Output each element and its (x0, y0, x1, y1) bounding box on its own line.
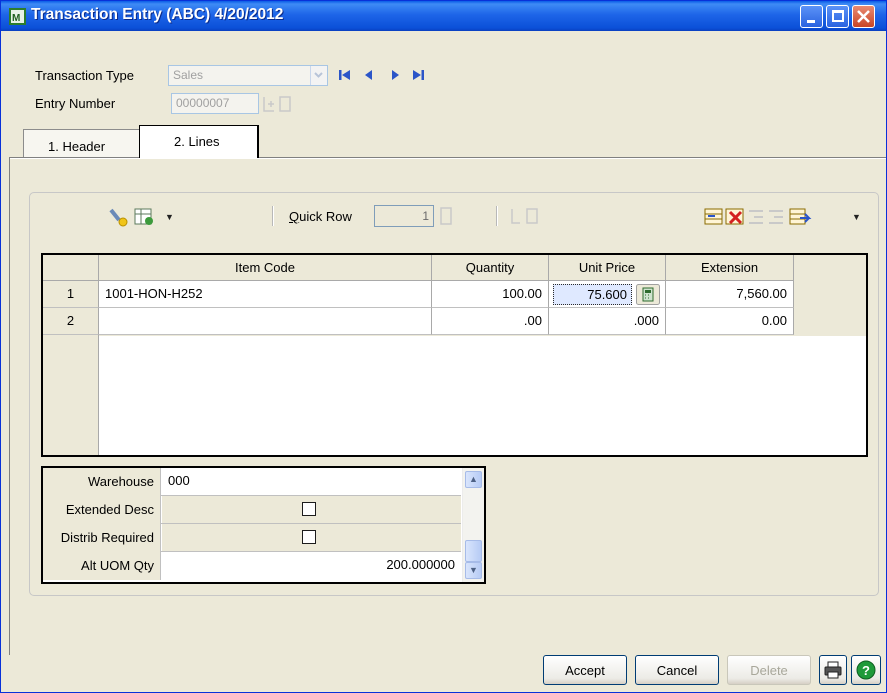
column-header-quantity[interactable]: Quantity (432, 255, 549, 281)
item-code-cell[interactable]: 1001-HON-H252 (99, 281, 432, 308)
print-button[interactable] (819, 655, 847, 685)
column-header-unit-price[interactable]: Unit Price (549, 255, 666, 281)
quick-row-lookup-icon[interactable] (439, 206, 453, 226)
accept-button[interactable]: Accept (543, 655, 627, 685)
unit-price-cell[interactable]: .000 (549, 308, 666, 335)
tab-header[interactable]: 1. Header (23, 129, 143, 159)
extended-desc-label: Extended Desc (43, 496, 161, 524)
delete-button[interactable]: Delete (727, 655, 811, 685)
quick-row-input[interactable]: 1 (374, 205, 434, 227)
tab-header-label: 1. Header (48, 139, 106, 154)
scroll-down-icon[interactable]: ▼ (465, 562, 482, 579)
property-row-extended-desc: Extended Desc (43, 496, 461, 524)
lines-grid: Item Code Quantity Unit Price Extension … (41, 253, 868, 457)
first-record-icon[interactable] (338, 68, 352, 82)
last-record-icon[interactable] (411, 68, 425, 82)
caret-down-icon-2[interactable]: ▼ (852, 212, 861, 222)
distrib-required-checkbox[interactable] (302, 530, 316, 544)
accept-button-label: Accept (565, 663, 605, 678)
column-header-item-code[interactable]: Item Code (99, 255, 432, 281)
next-record-icon[interactable] (389, 68, 401, 82)
lookup-icon[interactable] (278, 95, 292, 113)
property-row-distrib-required: Distrib Required (43, 524, 461, 552)
alt-uom-qty-field[interactable]: 200.000000 (162, 552, 461, 579)
grid-corner-header (43, 255, 99, 281)
tab-lines-label: 2. Lines (174, 134, 220, 149)
customize-grid-icon[interactable] (107, 206, 131, 228)
unit-price-value[interactable]: 75.600 (553, 284, 632, 305)
insert-line-icon[interactable] (508, 206, 542, 226)
help-button[interactable]: ? (851, 655, 881, 685)
window-title: Transaction Entry (ABC) 4/20/2012 (31, 6, 284, 23)
grid-empty-area[interactable] (99, 336, 866, 455)
distrib-required-label: Distrib Required (43, 524, 161, 552)
transaction-type-value: Sales (173, 68, 204, 82)
indent-icon[interactable] (746, 206, 766, 228)
extended-desc-checkbox[interactable] (302, 502, 316, 516)
printer-icon (824, 661, 842, 679)
properties-scrollbar[interactable]: ▲ ▼ (462, 468, 484, 582)
alt-uom-qty-label: Alt UOM Qty (43, 552, 161, 580)
row-header-filler (43, 335, 99, 455)
svg-text:?: ? (862, 663, 870, 678)
export-grid-icon[interactable] (788, 206, 812, 228)
transaction-type-dropdown[interactable]: Sales (168, 65, 328, 86)
extension-cell[interactable]: 7,560.00 (666, 281, 794, 308)
quick-row-label: Quick Row (289, 209, 352, 224)
title-bar[interactable]: M Transaction Entry (ABC) 4/20/2012 (1, 1, 886, 31)
extended-desc-value (162, 496, 461, 523)
distrib-required-value (162, 524, 461, 551)
entry-number-label: Entry Number (35, 96, 116, 111)
property-row-alt-uom-qty: Alt UOM Qty 200.000000 (43, 552, 461, 580)
toolbar-separator-2 (496, 206, 498, 226)
calculator-icon[interactable] (636, 284, 660, 305)
row-number[interactable]: 2 (43, 308, 99, 335)
unit-price-cell[interactable]: 75.600 (549, 281, 666, 308)
transaction-entry-window: M Transaction Entry (ABC) 4/20/2012 Tran… (0, 0, 887, 693)
entry-number-field[interactable]: 00000007 (171, 93, 259, 114)
property-row-warehouse: Warehouse 000 (43, 468, 461, 496)
quantity-cell[interactable]: 100.00 (432, 281, 549, 308)
cancel-button[interactable]: Cancel (635, 655, 719, 685)
outdent-icon[interactable] (766, 206, 786, 228)
scroll-up-icon[interactable]: ▲ (465, 471, 482, 488)
quantity-cell[interactable]: .00 (432, 308, 549, 335)
previous-record-icon[interactable] (363, 68, 375, 82)
close-icon[interactable] (852, 5, 875, 28)
quick-row-label-rest: uick Row (299, 209, 352, 224)
row-number[interactable]: 1 (43, 281, 99, 308)
chevron-down-icon[interactable] (310, 66, 327, 85)
toolbar-separator (272, 206, 274, 226)
minimize-icon[interactable] (800, 5, 823, 28)
delete-button-label: Delete (750, 663, 788, 678)
extension-cell[interactable]: 0.00 (666, 308, 794, 335)
scroll-thumb[interactable] (465, 540, 482, 562)
column-header-extension[interactable]: Extension (666, 255, 794, 281)
warehouse-label: Warehouse (43, 468, 161, 496)
sage-mas-icon: M (9, 8, 26, 25)
transaction-type-label: Transaction Type (35, 68, 134, 83)
tab-lines[interactable]: 2. Lines (139, 125, 259, 158)
line-properties-panel: Warehouse 000 Extended Desc Distrib Requ… (41, 466, 486, 584)
next-number-icon[interactable] (262, 95, 276, 113)
help-icon: ? (856, 660, 876, 680)
maximize-icon[interactable] (826, 5, 849, 28)
caret-down-icon[interactable]: ▼ (165, 212, 174, 222)
delete-row-icon[interactable] (724, 206, 746, 228)
cancel-button-label: Cancel (656, 663, 698, 678)
insert-row-icon[interactable] (703, 206, 725, 228)
warehouse-field[interactable]: 000 (162, 468, 461, 495)
item-code-cell[interactable] (99, 308, 432, 335)
svg-text:M: M (12, 13, 20, 24)
grid-settings-icon[interactable] (133, 206, 157, 228)
